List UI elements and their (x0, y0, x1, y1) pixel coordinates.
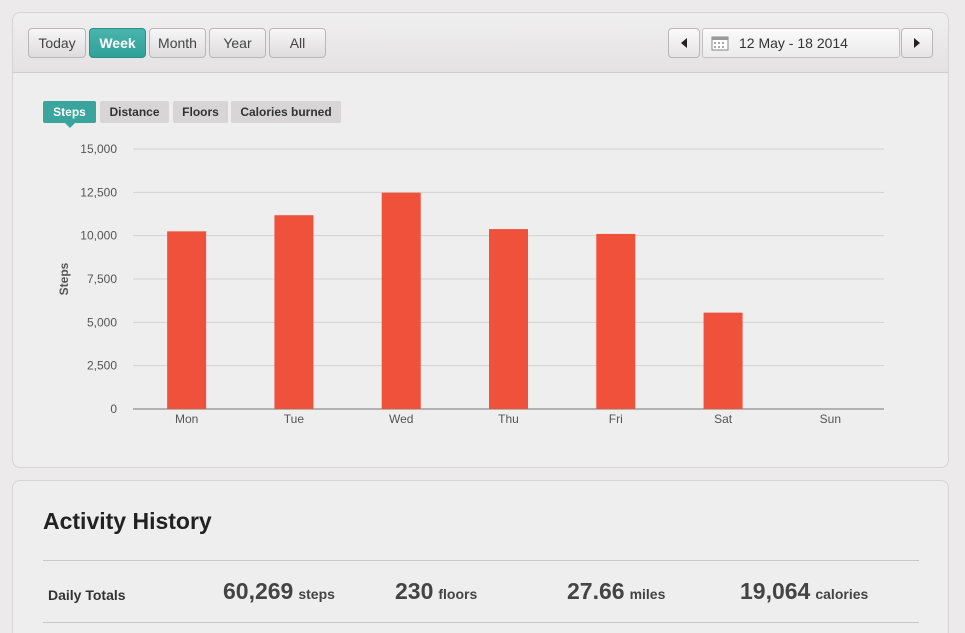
total-floors-unit: floors (438, 586, 478, 602)
y-tick-label: 0 (110, 402, 117, 416)
activity-history-panel: Activity History Daily Totals 60,269 step… (12, 480, 949, 633)
bar-mon (167, 231, 207, 409)
x-tick-label: Thu (498, 412, 519, 426)
total-miles: 27.66 miles (567, 578, 665, 605)
x-tick-label: Mon (175, 412, 198, 426)
total-floors-value: 230 (395, 578, 434, 604)
total-miles-unit: miles (629, 586, 666, 602)
y-axis-label: Steps (57, 262, 71, 295)
daily-totals-label: Daily Totals (48, 587, 126, 603)
y-tick-label: 15,000 (80, 142, 117, 156)
x-tick-label: Sat (714, 412, 733, 426)
y-tick-label: 12,500 (80, 185, 117, 199)
bar-sat (703, 312, 743, 409)
divider (43, 560, 919, 561)
total-steps: 60,269 steps (223, 578, 335, 605)
x-tick-label: Tue (284, 412, 305, 426)
x-tick-label: Wed (389, 412, 413, 426)
total-floors: 230 floors (395, 578, 477, 605)
y-tick-label: 10,000 (80, 229, 117, 243)
total-steps-value: 60,269 (223, 578, 294, 604)
bar-thu (489, 229, 528, 409)
bar-tue (274, 215, 314, 409)
divider (43, 622, 919, 623)
total-calories: 19,064 calories (740, 578, 868, 605)
y-tick-label: 2,500 (87, 359, 117, 373)
total-steps-unit: steps (298, 586, 335, 602)
total-miles-value: 27.66 (567, 578, 625, 604)
activity-history-title: Activity History (43, 508, 212, 534)
chart-panel: Today Week Month Year All 12 May - 18 20… (12, 12, 949, 468)
x-tick-label: Fri (609, 412, 623, 426)
bar-fri (596, 233, 636, 409)
total-calories-value: 19,064 (740, 578, 811, 604)
x-tick-label: Sun (820, 412, 841, 426)
bar-wed (381, 192, 421, 409)
y-tick-label: 7,500 (87, 272, 117, 286)
y-tick-label: 5,000 (87, 315, 117, 329)
total-calories-unit: calories (815, 586, 869, 602)
steps-bar-chart: 0 2,500 5,000 7,500 10,000 12,500 15,000 Steps M… (57, 142, 884, 426)
